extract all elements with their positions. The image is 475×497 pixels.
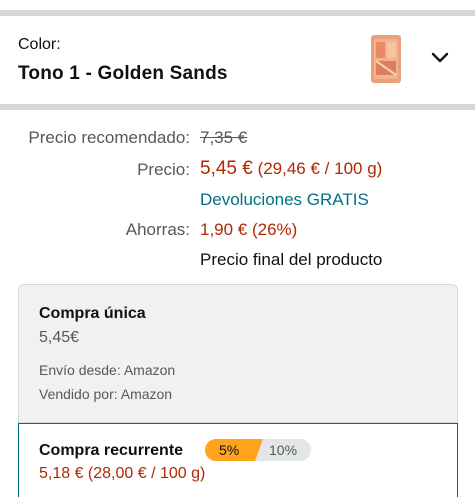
price-per-unit: (29,46 € / 100 g) [257,159,383,178]
subscribe-save-option[interactable]: Compra recurrente 5% 10% 5,18 € (28,00 €… [18,423,458,497]
price-value-group: 5,45 € (29,46 € / 100 g) [200,158,382,180]
discount-tier-a-label: 5% [219,442,240,458]
subscribe-title: Compra recurrente [39,442,184,459]
price-value: 5,45 € [200,158,253,179]
color-label: Color: [18,36,61,53]
ships-from: Envío desde: Amazon [39,362,176,378]
savings-value: 1,90 € (26%) [200,220,298,239]
color-variation-selector[interactable]: Color: Tono 1 - Golden Sands [0,16,475,104]
chevron-down-icon[interactable] [428,46,452,70]
price-label: Precio: [137,160,190,179]
free-returns-link[interactable]: Devoluciones GRATIS [200,190,369,210]
one-time-price: 5,45€ [39,329,80,346]
discount-tiers: 5% 10% [205,439,311,461]
discount-tier-b-label: 10% [269,442,298,458]
savings-label: Ahorras: [125,220,190,239]
color-selected-value: Tono 1 - Golden Sands [18,63,228,84]
blush-palette-swatch-icon [371,35,401,83]
final-price-note: Precio final del producto [200,250,383,269]
one-time-purchase-option[interactable]: Compra única 5,45€ Envío desde: Amazon V… [18,284,458,423]
rrp-label: Precio recomendado: [28,128,190,147]
rrp-value: 7,35 € [200,128,248,147]
one-time-title: Compra única [39,305,146,322]
sold-by: Vendido por: Amazon [39,386,173,402]
subscribe-price: 5,18 € (28,00 € / 100 g) [39,465,206,482]
section-divider [0,104,475,110]
